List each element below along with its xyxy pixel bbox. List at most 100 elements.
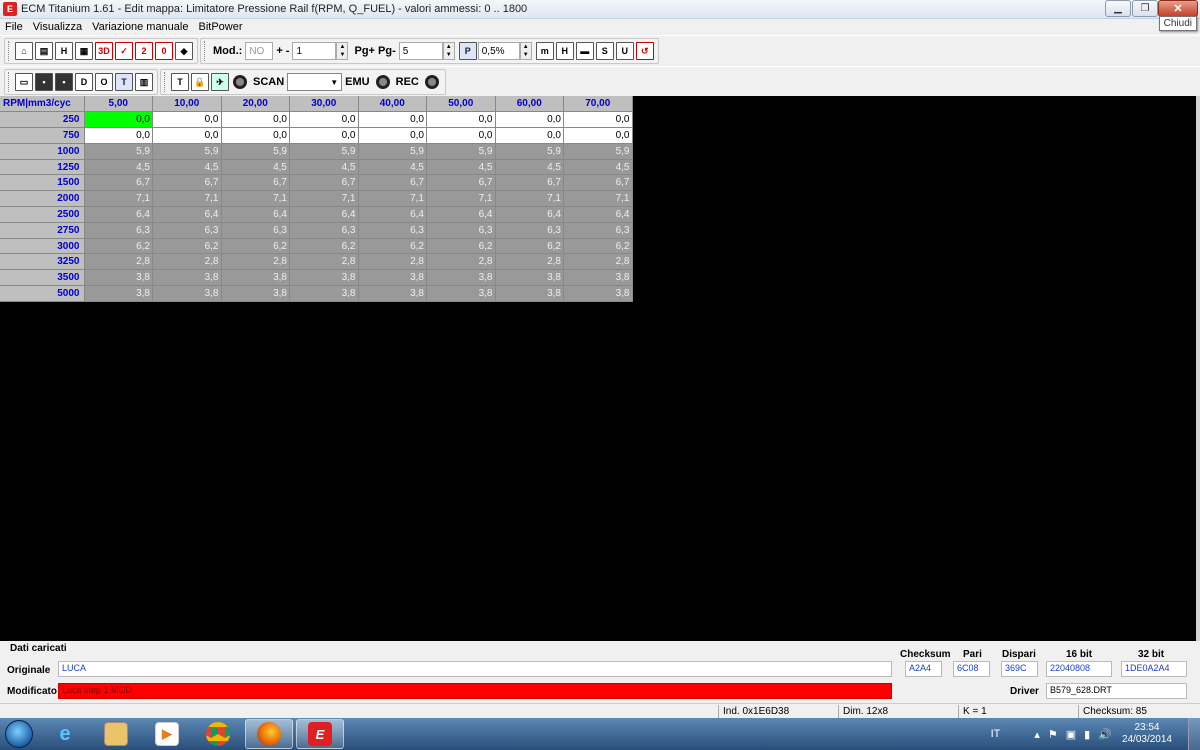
m-button-icon[interactable]: m bbox=[535, 42, 554, 60]
taskbar-ie[interactable]: e bbox=[41, 719, 89, 749]
close-button[interactable]: ✕ bbox=[1158, 0, 1198, 17]
map-cell[interactable]: 6,2 bbox=[495, 238, 564, 255]
map-cell[interactable]: 6,4 bbox=[84, 206, 153, 223]
map-cell[interactable]: 3,8 bbox=[152, 285, 222, 302]
map-cell[interactable]: 0,0 bbox=[426, 111, 496, 129]
pg-spinner[interactable]: ▲ ▼ bbox=[442, 42, 455, 60]
save-as-icon[interactable]: ▪ bbox=[55, 73, 73, 91]
map-cell[interactable]: 3,8 bbox=[426, 285, 496, 302]
volume-icon[interactable]: 🔊 bbox=[1098, 728, 1112, 741]
map-cell[interactable]: 3,8 bbox=[358, 269, 427, 287]
map-cell[interactable]: 5,9 bbox=[426, 143, 496, 160]
mod-field[interactable]: NO bbox=[245, 42, 274, 60]
map-cell[interactable]: 4,5 bbox=[495, 159, 564, 176]
map-cell[interactable]: 6,7 bbox=[84, 174, 153, 192]
map-cell[interactable]: 3,8 bbox=[495, 269, 564, 287]
map-cell[interactable]: 6,3 bbox=[221, 222, 290, 239]
map-cell[interactable]: 7,1 bbox=[84, 190, 153, 208]
3d-view-icon[interactable]: 3D bbox=[95, 42, 113, 60]
plusminus-spinner[interactable]: ▲ ▼ bbox=[336, 42, 349, 60]
percent-field[interactable]: 0,5% bbox=[477, 42, 520, 60]
map-cell[interactable]: 6,3 bbox=[358, 222, 427, 239]
map-cell[interactable]: 3,8 bbox=[84, 269, 153, 287]
percent-spinner[interactable]: ▲ ▼ bbox=[519, 42, 532, 60]
map-cell[interactable]: 5,9 bbox=[495, 143, 564, 160]
map-cell[interactable]: 0,0 bbox=[221, 111, 290, 129]
map-cell[interactable]: 4,5 bbox=[289, 159, 359, 176]
s-button-icon[interactable]: S bbox=[595, 42, 614, 60]
map-cell[interactable]: 2,8 bbox=[221, 253, 290, 271]
map-cell[interactable]: 0,0 bbox=[289, 111, 359, 129]
map-cell[interactable]: 2,8 bbox=[289, 253, 359, 271]
map-cell[interactable]: 3,8 bbox=[289, 285, 359, 302]
map-cell[interactable]: 5,9 bbox=[84, 143, 153, 160]
map-row-header[interactable]: 2500 bbox=[0, 206, 85, 223]
map-cell[interactable]: 6,7 bbox=[563, 174, 633, 192]
map-cell[interactable]: 6,7 bbox=[289, 174, 359, 192]
map-cell[interactable]: 4,5 bbox=[221, 159, 290, 176]
start-button[interactable] bbox=[0, 718, 38, 750]
copy-map-icon[interactable]: ▤ bbox=[35, 42, 53, 60]
map-cell[interactable]: 6,7 bbox=[358, 174, 427, 192]
map-cell[interactable]: 0,0 bbox=[152, 127, 222, 144]
map-column-header[interactable]: 10,00 bbox=[152, 96, 222, 113]
map-row-header[interactable]: 5000 bbox=[0, 285, 85, 302]
map-cell[interactable]: 2,8 bbox=[358, 253, 427, 271]
plusminus-field[interactable]: 1 bbox=[292, 42, 337, 60]
map-cell[interactable]: 3,8 bbox=[221, 285, 290, 302]
map-cell[interactable]: 6,2 bbox=[84, 238, 153, 255]
map-row-header[interactable]: 3500 bbox=[0, 269, 85, 287]
map-cell[interactable]: 4,5 bbox=[84, 159, 153, 176]
taskbar-media[interactable]: ▶ bbox=[143, 719, 191, 749]
map-row-header[interactable]: 2000 bbox=[0, 190, 85, 208]
map-row-header[interactable]: 3000 bbox=[0, 238, 85, 255]
map-cell[interactable]: 0,0 bbox=[289, 127, 359, 144]
open-folder-icon[interactable]: ▭ bbox=[15, 73, 33, 91]
map-cell[interactable]: 7,1 bbox=[152, 190, 222, 208]
taskbar-firefox[interactable] bbox=[245, 719, 293, 749]
map-cell[interactable]: 6,2 bbox=[221, 238, 290, 255]
map-diff-icon[interactable]: 0 bbox=[155, 42, 173, 60]
taskbar-ecm-titanium[interactable]: E bbox=[296, 719, 344, 749]
save-icon[interactable]: ▪ bbox=[35, 73, 53, 91]
map-column-header[interactable]: 30,00 bbox=[289, 96, 359, 113]
map-cell[interactable]: 0,0 bbox=[358, 111, 427, 129]
t-tool-icon[interactable]: T bbox=[171, 73, 189, 91]
h-button-icon[interactable]: H bbox=[555, 42, 574, 60]
map-cell[interactable]: 6,2 bbox=[426, 238, 496, 255]
map-cell[interactable]: 2,8 bbox=[84, 253, 153, 271]
map-row-header[interactable]: 1250 bbox=[0, 159, 85, 176]
map-cell[interactable]: 2,8 bbox=[426, 253, 496, 271]
map-column-header[interactable]: 20,00 bbox=[221, 96, 290, 113]
map-cell[interactable]: 4,5 bbox=[152, 159, 222, 176]
language-indicator[interactable]: IT bbox=[991, 728, 1001, 740]
map-cell[interactable]: 7,1 bbox=[495, 190, 564, 208]
map-cell[interactable]: 7,1 bbox=[221, 190, 290, 208]
map-cell[interactable]: 0,0 bbox=[152, 111, 222, 129]
map-cell[interactable]: 2,8 bbox=[495, 253, 564, 271]
record-dot-icon[interactable] bbox=[233, 75, 247, 89]
menu-file[interactable]: File bbox=[0, 21, 28, 33]
map-cell[interactable]: 6,3 bbox=[152, 222, 222, 239]
map-cell[interactable]: 6,2 bbox=[289, 238, 359, 255]
map-cell[interactable]: 5,9 bbox=[152, 143, 222, 160]
home-icon[interactable]: ⌂ bbox=[15, 42, 33, 60]
map-cell[interactable]: 7,1 bbox=[563, 190, 633, 208]
map-cell[interactable]: 6,4 bbox=[358, 206, 427, 223]
rec-button-icon[interactable] bbox=[424, 75, 439, 89]
map-cell[interactable]: 0,0 bbox=[84, 127, 153, 144]
printer-icon[interactable]: ▣ bbox=[1066, 728, 1076, 741]
o-button-icon[interactable]: O bbox=[95, 73, 113, 91]
pg-field[interactable]: 5 bbox=[398, 42, 443, 60]
map-cell[interactable]: 0,0 bbox=[221, 127, 290, 144]
restore-button[interactable]: ❐ bbox=[1132, 0, 1158, 17]
map-column-header[interactable]: 5,00 bbox=[84, 96, 153, 113]
check-icon[interactable]: ✓ bbox=[115, 42, 133, 60]
map-cell[interactable]: 2,8 bbox=[152, 253, 222, 271]
panel-icon[interactable]: ▥ bbox=[135, 73, 153, 91]
map-cell[interactable]: 6,2 bbox=[152, 238, 222, 255]
percent-toggle-button[interactable]: P bbox=[458, 42, 477, 60]
map-cell[interactable]: 4,5 bbox=[563, 159, 633, 176]
map-cell[interactable]: 4,5 bbox=[358, 159, 427, 176]
map-cell[interactable]: 3,8 bbox=[358, 285, 427, 302]
